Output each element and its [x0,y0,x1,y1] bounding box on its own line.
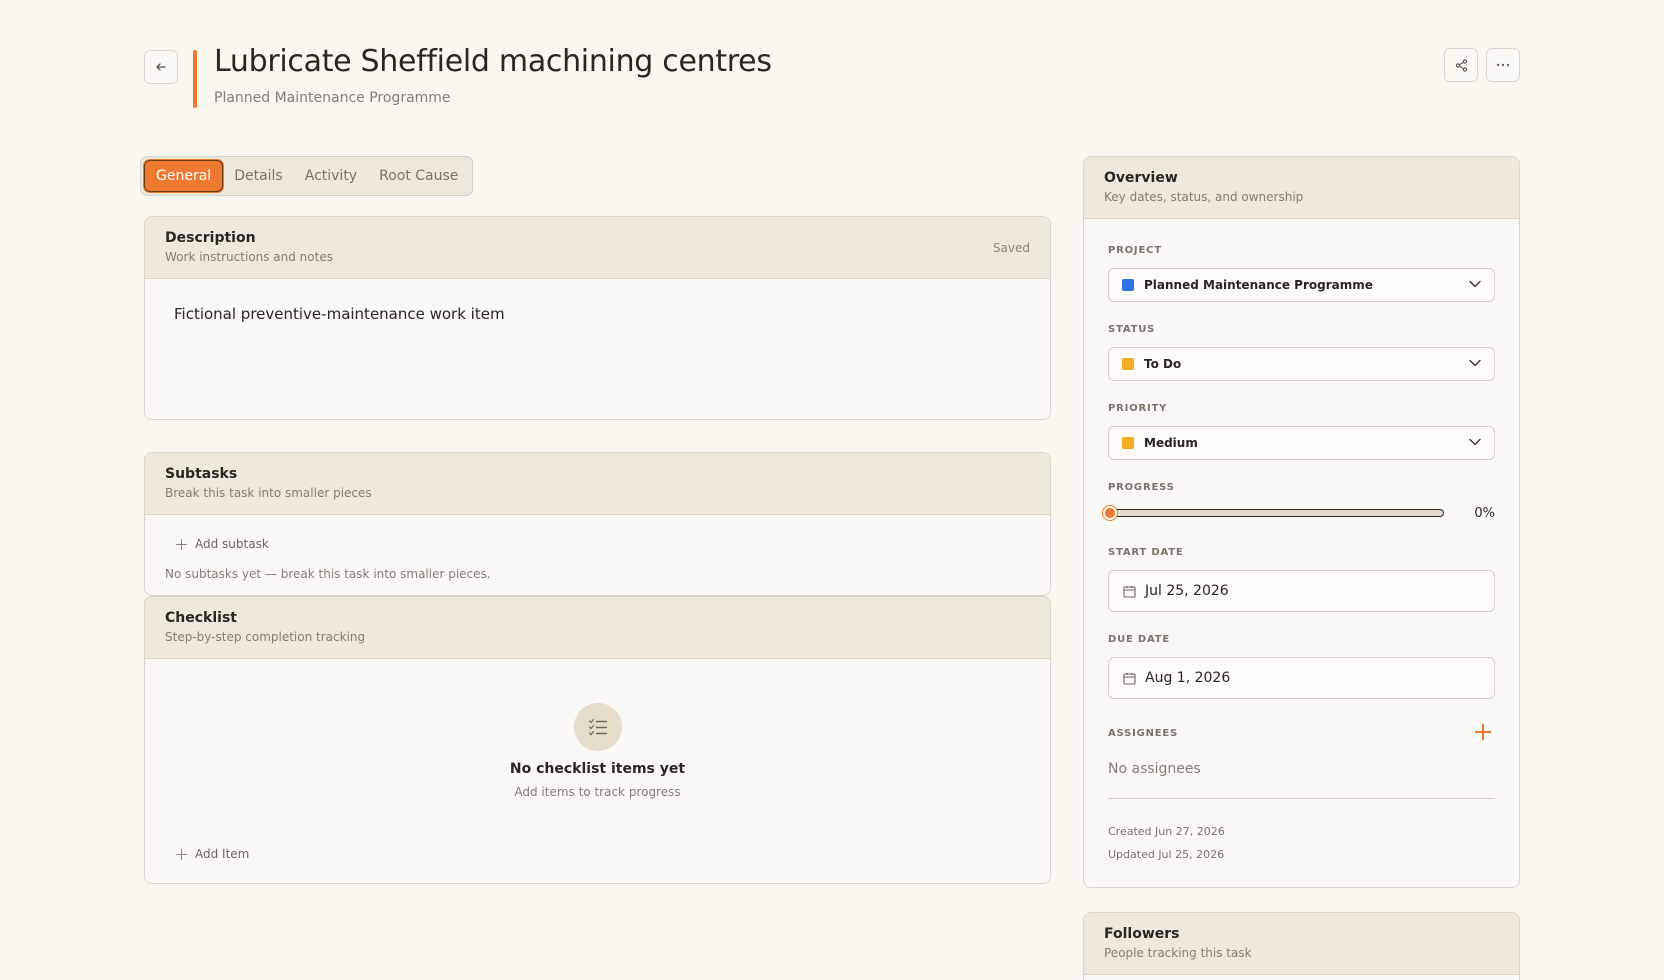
start-date-value: Jul 25, 2026 [1145,583,1229,599]
arrow-left-icon [156,63,166,71]
divider [1108,798,1495,799]
progress-label: PROGRESS [1108,482,1175,493]
chevron-down-icon [1469,280,1481,288]
calendar-icon [1123,585,1136,598]
assignees-label: ASSIGNEES [1108,728,1179,739]
page-title: Lubricate Sheffield machining centres [214,44,772,79]
add-checklist-item-button[interactable]: Add Item [176,847,249,861]
tab-bar: General Details Activity Root Cause [140,156,473,196]
back-button[interactable] [144,50,178,84]
description-subtitle: Work instructions and notes [165,250,333,264]
description-editor[interactable]: Fictional preventive-maintenance work it… [174,305,505,323]
tab-details[interactable]: Details [223,160,294,192]
project-label: PROJECT [1108,245,1162,256]
chevron-down-icon [1469,359,1481,367]
checklist-empty-subtitle: Add items to track progress [514,785,681,799]
add-assignee-icon[interactable] [1475,724,1491,740]
save-status: Saved [992,241,1030,255]
title-accent-bar [193,50,197,108]
page-subtitle: Planned Maintenance Programme [214,90,451,106]
more-horizontal-icon [1496,63,1510,67]
chevron-down-icon [1469,438,1481,446]
project-color-swatch [1122,279,1134,291]
tab-activity[interactable]: Activity [294,160,368,192]
overview-title: Overview [1104,170,1178,186]
followers-subtitle: People tracking this task [1104,946,1252,960]
plus-icon [176,848,187,860]
checklist-title: Checklist [165,610,237,626]
description-title: Description [165,230,256,246]
due-date-label: DUE DATE [1108,634,1171,645]
priority-label: PRIORITY [1108,403,1168,414]
tab-general[interactable]: General [144,160,224,192]
add-subtask-button[interactable]: Add subtask [176,537,269,551]
status-select[interactable]: To Do [1108,347,1495,381]
subtasks-empty-note: No subtasks yet — break this task into s… [165,567,491,581]
due-date-value: Aug 1, 2026 [1145,670,1231,686]
share-button[interactable] [1444,48,1478,82]
tab-root-cause[interactable]: Root Cause [368,160,469,192]
progress-slider-thumb[interactable] [1103,506,1117,520]
add-subtask-label: Add subtask [195,537,269,551]
status-value: To Do [1144,357,1182,371]
subtasks-subtitle: Break this task into smaller pieces [165,486,372,500]
checklist-subtitle: Step-by-step completion tracking [165,630,366,644]
overview-subtitle: Key dates, status, and ownership [1104,190,1304,204]
status-label: STATUS [1108,324,1156,335]
priority-select[interactable]: Medium [1108,426,1495,460]
project-select[interactable]: Planned Maintenance Programme [1108,268,1495,302]
share-icon [1455,58,1467,72]
more-button[interactable] [1486,48,1520,82]
priority-value: Medium [1144,436,1198,450]
subtasks-card: Subtasks Break this task into smaller pi… [144,452,1051,596]
followers-title: Followers [1104,926,1180,942]
add-item-label: Add Item [195,847,250,861]
checklist-icon [588,718,608,736]
overview-panel: Overview Key dates, status, and ownershi… [1083,156,1520,888]
subtasks-title: Subtasks [165,466,238,482]
updated-date: Updated Jul 25, 2026 [1108,848,1225,861]
calendar-icon [1123,672,1136,685]
checklist-empty-title: No checklist items yet [509,761,686,777]
description-card: Description Work instructions and notes … [144,216,1051,420]
priority-color-swatch [1122,437,1134,449]
start-date-input[interactable]: Jul 25, 2026 [1108,570,1495,612]
progress-value: 0% [1474,506,1495,521]
assignees-empty: No assignees [1108,761,1201,777]
checklist-empty-icon-badge [574,703,622,751]
start-date-label: START DATE [1108,547,1184,558]
due-date-input[interactable]: Aug 1, 2026 [1108,657,1495,699]
plus-icon [176,538,187,550]
progress-slider[interactable] [1103,506,1444,520]
project-value: Planned Maintenance Programme [1144,278,1373,292]
followers-card: Followers People tracking this task [1083,912,1520,980]
checklist-card: Checklist Step-by-step completion tracki… [144,596,1051,884]
created-date: Created Jun 27, 2026 [1108,825,1225,838]
status-color-swatch [1122,358,1134,370]
